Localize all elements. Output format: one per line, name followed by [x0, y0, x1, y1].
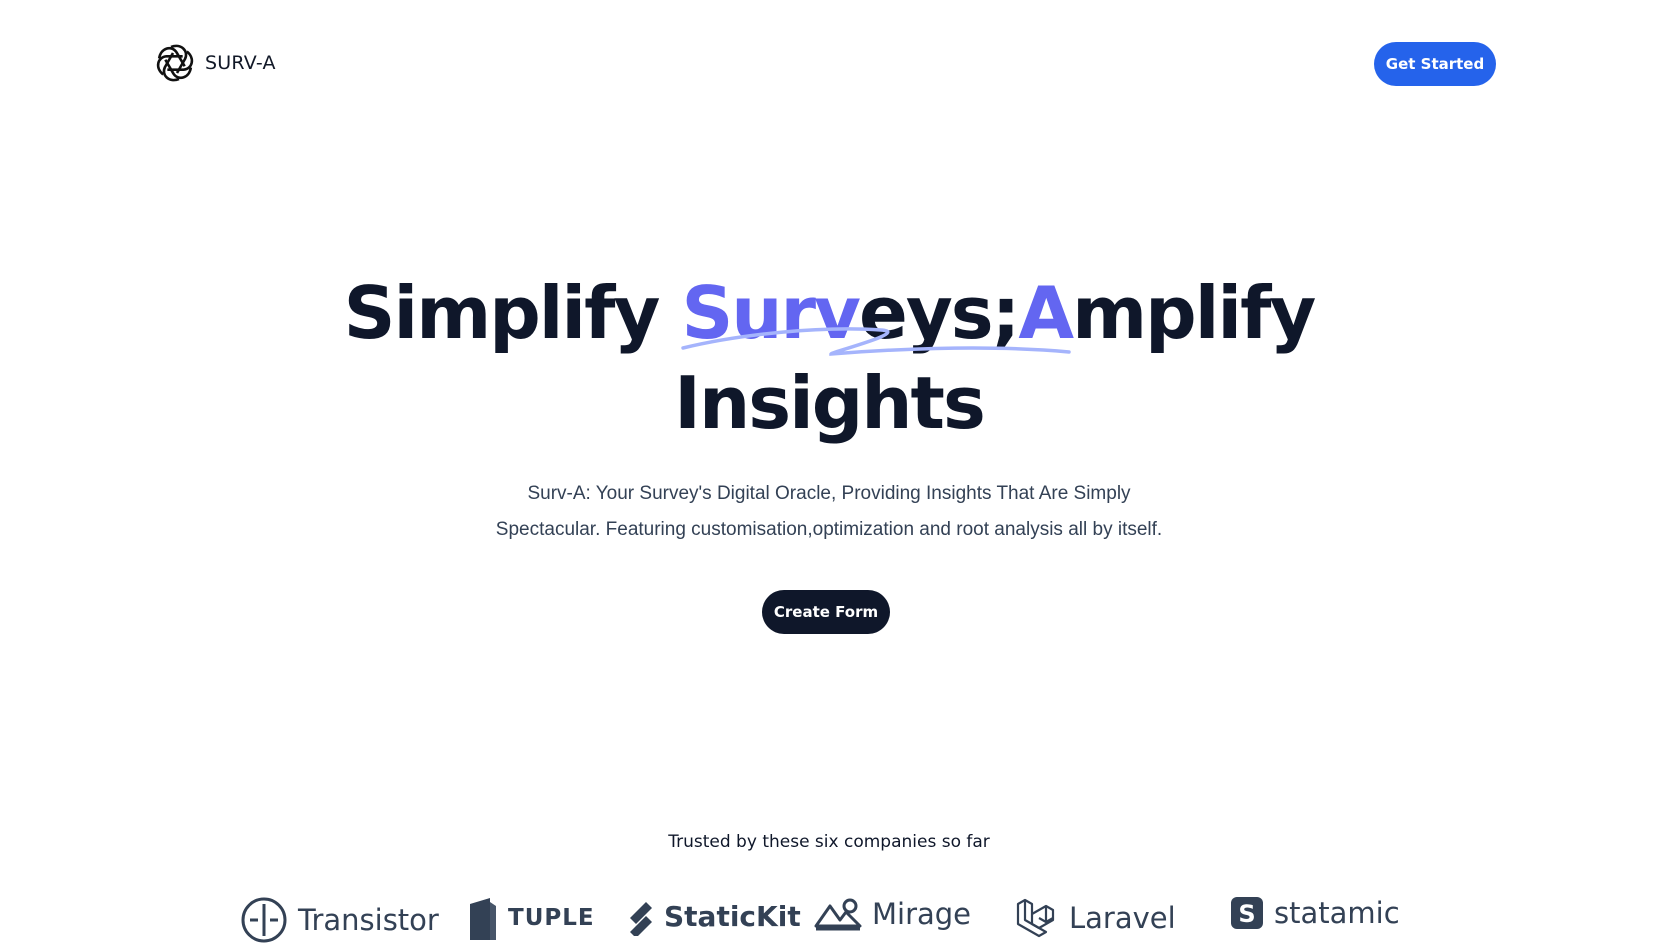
company-name: Laravel: [1069, 901, 1176, 935]
logo-statickit: StaticKit: [628, 896, 801, 936]
headline-text-simplify: Simplify: [343, 271, 682, 355]
hero: Simplify Surveys; Amplify Insights: [0, 268, 1658, 448]
company-name: TUPLE: [508, 905, 595, 931]
company-logos: Transistor TUPLE StaticKit Mirage Larave…: [240, 896, 1420, 946]
brand-name: SURV-A: [205, 52, 276, 74]
subtitle-line-1: Surv-A: Your Survey's Digital Oracle, Pr…: [527, 483, 1131, 504]
company-name: Mirage: [872, 897, 972, 931]
trusted-heading: Trusted by these six companies so far: [668, 832, 990, 852]
logo-statamic: S statamic: [1230, 896, 1400, 930]
logo-laravel: Laravel: [1015, 896, 1176, 940]
headline-line-2: Insights: [674, 361, 986, 445]
logo-tuple: TUPLE: [468, 896, 595, 940]
statickit-icon: [630, 902, 652, 936]
headline-line-1: Simplify Surveys; Amplify: [0, 268, 1658, 358]
headline-text-mplify: mplify: [1072, 271, 1316, 355]
company-name: Transistor: [298, 903, 439, 937]
top-nav: SURV-A Get Started: [0, 0, 1658, 128]
company-name: StaticKit: [664, 899, 801, 933]
hero-headline: Simplify Surveys; Amplify Insights: [0, 268, 1658, 448]
brand[interactable]: SURV-A: [153, 41, 276, 85]
svg-text:S: S: [1238, 900, 1255, 928]
logo-transistor: Transistor: [240, 896, 439, 944]
create-form-button[interactable]: Create Form: [762, 590, 890, 634]
headline-highlight: Surveys;: [681, 268, 1072, 358]
subtitle-line-2: Spectacular. Featuring customisation,opt…: [495, 519, 1163, 540]
laravel-icon: [1016, 898, 1055, 938]
statamic-icon: S: [1231, 897, 1263, 929]
openai-knot-icon: [156, 44, 194, 82]
headline-accent-a: A: [1018, 271, 1074, 355]
headline-accent-surv: Surv: [681, 271, 861, 355]
headline-text-eys: eys;: [859, 271, 1020, 355]
get-started-button[interactable]: Get Started: [1374, 42, 1496, 86]
transistor-icon: [241, 897, 287, 943]
tuple-icon: [470, 898, 496, 940]
company-name: statamic: [1274, 896, 1400, 930]
hero-subtitle: Surv-A: Your Survey's Digital Oracle, Pr…: [0, 476, 1658, 548]
